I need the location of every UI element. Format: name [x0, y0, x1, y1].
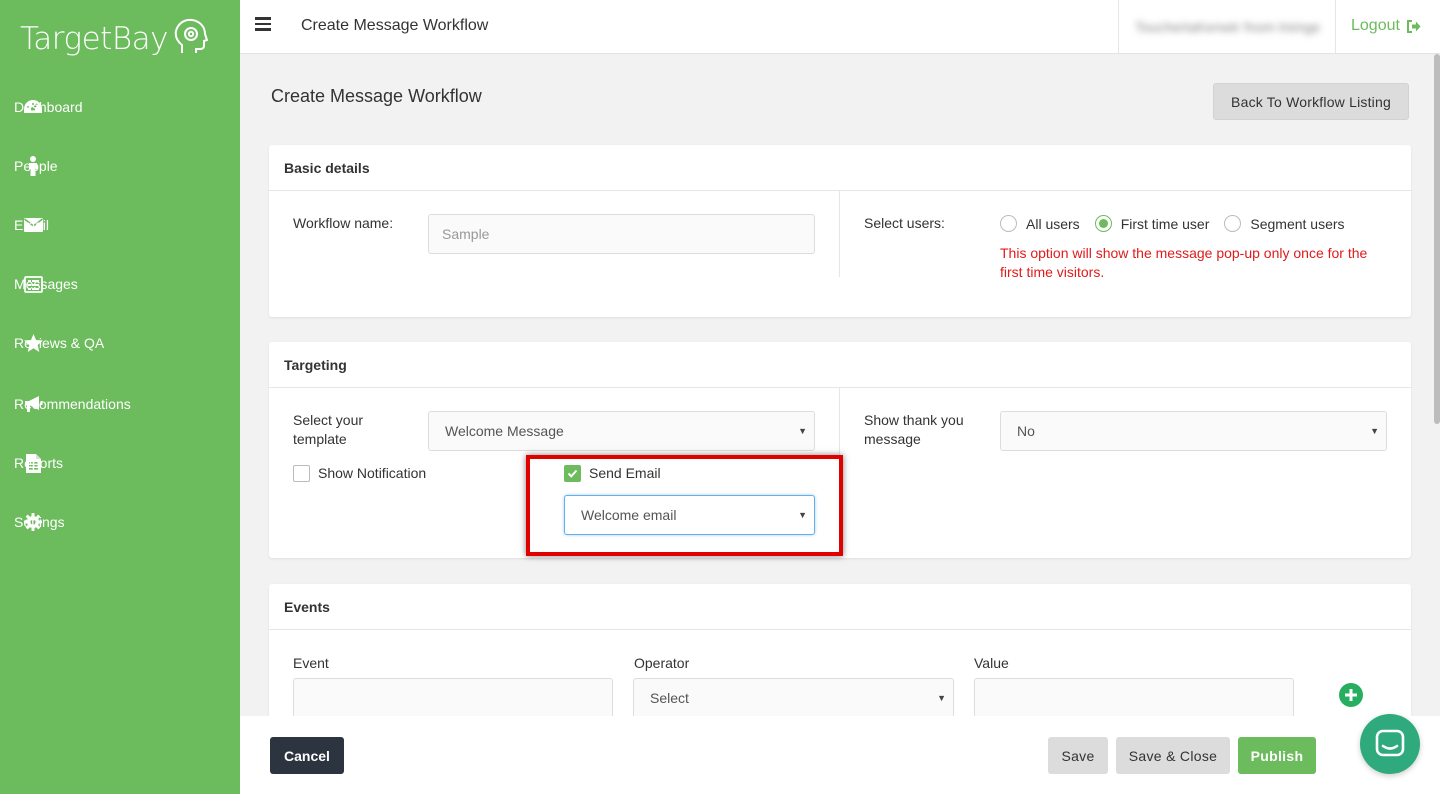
radio-segment-users[interactable]	[1224, 215, 1242, 232]
template-select[interactable]: Welcome Message ▼	[428, 411, 815, 451]
sidebar-item-label: Dashboard	[14, 98, 83, 115]
email-template-select-value: Welcome email	[581, 507, 677, 523]
operator-label: Operator	[634, 655, 690, 671]
template-select-value: Welcome Message	[445, 423, 564, 439]
checkmark-icon	[567, 469, 578, 478]
user-account[interactable]: TouchertaKenwtr fnom lnimge	[1118, 0, 1336, 54]
sidebar: TargetBay Dashboard People Email Message…	[0, 0, 240, 794]
select-users-label: Select users:	[864, 215, 945, 231]
column-divider	[839, 191, 840, 277]
radio-label-first-time-user: First time user	[1120, 215, 1210, 232]
logo-text: TargetBay	[20, 20, 168, 57]
first-time-warning-line2: first time visitors.	[1000, 264, 1105, 280]
send-email-checkbox[interactable]	[564, 465, 581, 482]
chat-widget-button[interactable]	[1360, 714, 1420, 774]
sidebar-item-email[interactable]: Email	[0, 205, 240, 245]
operator-select-value: Select	[650, 690, 689, 706]
select-template-label-line2: template	[293, 431, 347, 447]
basic-details-heading: Basic details	[269, 145, 1411, 191]
value-input[interactable]	[974, 678, 1294, 718]
sidebar-item-label: People	[14, 157, 58, 174]
sidebar-item-label: Reports	[14, 454, 64, 471]
value-label: Value	[974, 655, 1009, 671]
topbar-title: Create Message Workflow	[301, 17, 489, 34]
sidebar-item-label: Messages	[14, 275, 78, 292]
back-to-workflow-listing-button[interactable]: Back To Workflow Listing	[1213, 83, 1409, 120]
save-button[interactable]: Save	[1048, 737, 1108, 774]
cancel-button[interactable]: Cancel	[270, 737, 344, 774]
sidebar-item-label: Email	[14, 216, 50, 233]
hamburger-menu-icon[interactable]	[255, 17, 271, 31]
add-event-button[interactable]	[1339, 683, 1363, 707]
sidebar-item-label: Settings	[14, 513, 65, 530]
email-template-select[interactable]: Welcome email ▼	[564, 495, 815, 535]
page-scrollbar[interactable]	[1434, 54, 1440, 424]
column-divider	[839, 388, 840, 508]
radio-label-all-users: All users	[1026, 215, 1080, 232]
logout-link[interactable]: Logout	[1351, 17, 1421, 35]
first-time-warning-line1: This option will show the message pop-up…	[1000, 245, 1368, 261]
event-label: Event	[293, 655, 329, 671]
sidebar-item-reviews-qa[interactable]: Reviews & QA	[0, 323, 240, 363]
sidebar-item-label: Reviews & QA	[14, 334, 105, 351]
user-name-blurred: TouchertaKenwtr fnom lnimge	[1135, 19, 1321, 35]
sidebar-item-dashboard[interactable]: Dashboard	[0, 87, 240, 127]
radio-all-users[interactable]	[1000, 215, 1017, 232]
sidebar-item-settings[interactable]: Settings	[0, 502, 240, 542]
sidebar-item-messages[interactable]: Messages	[0, 264, 240, 304]
save-and-close-button[interactable]: Save & Close	[1116, 737, 1230, 774]
publish-button[interactable]: Publish	[1238, 737, 1316, 774]
chat-icon	[1375, 729, 1405, 757]
topbar: Create Message Workflow TouchertaKenwtr …	[240, 0, 1440, 54]
workflow-name-label: Workflow name:	[293, 215, 394, 231]
dropdown-caret-icon: ▼	[798, 426, 807, 436]
dropdown-caret-icon: ▼	[798, 510, 807, 520]
show-thank-you-label-line1: Show thank you	[864, 412, 964, 428]
thank-you-select-value: No	[1017, 423, 1035, 439]
targeting-card: Targeting Select your template Welcome M…	[269, 342, 1411, 558]
send-email-label: Send Email	[589, 465, 661, 481]
sidebar-item-label: Recommendations	[14, 395, 131, 412]
targetbay-logo[interactable]: TargetBay	[20, 18, 209, 59]
sidebar-item-people[interactable]: People	[0, 146, 240, 186]
page-title: Create Message Workflow	[271, 86, 482, 106]
operator-select[interactable]: Select ▼	[633, 678, 954, 718]
show-thank-you-label-line2: message	[864, 431, 921, 447]
select-template-label-line1: Select your	[293, 412, 364, 428]
workflow-name-input[interactable]: Sample	[428, 214, 815, 254]
dropdown-caret-icon: ▼	[1370, 426, 1379, 436]
head-logo-icon	[174, 18, 209, 59]
plus-icon	[1345, 689, 1357, 701]
show-notification-label: Show Notification	[318, 465, 427, 481]
dropdown-caret-icon: ▼	[937, 693, 946, 703]
radio-first-time-user[interactable]	[1094, 215, 1112, 232]
basic-details-card: Basic details Workflow name: Sample Sele…	[269, 145, 1411, 317]
logout-icon	[1406, 19, 1421, 33]
radio-label-segment-users: Segment users	[1250, 215, 1345, 232]
logout-label: Logout	[1351, 17, 1400, 34]
event-input[interactable]	[293, 678, 613, 718]
sidebar-item-reports[interactable]: Reports	[0, 443, 240, 483]
sidebar-item-recommendations[interactable]: Recommendations	[0, 384, 240, 424]
user-radio-group: All users First time user Segment users	[1000, 215, 1360, 232]
events-heading: Events	[269, 584, 1411, 630]
show-notification-checkbox[interactable]	[293, 465, 310, 482]
thank-you-select[interactable]: No ▼	[1000, 411, 1387, 451]
targeting-heading: Targeting	[269, 342, 1411, 388]
